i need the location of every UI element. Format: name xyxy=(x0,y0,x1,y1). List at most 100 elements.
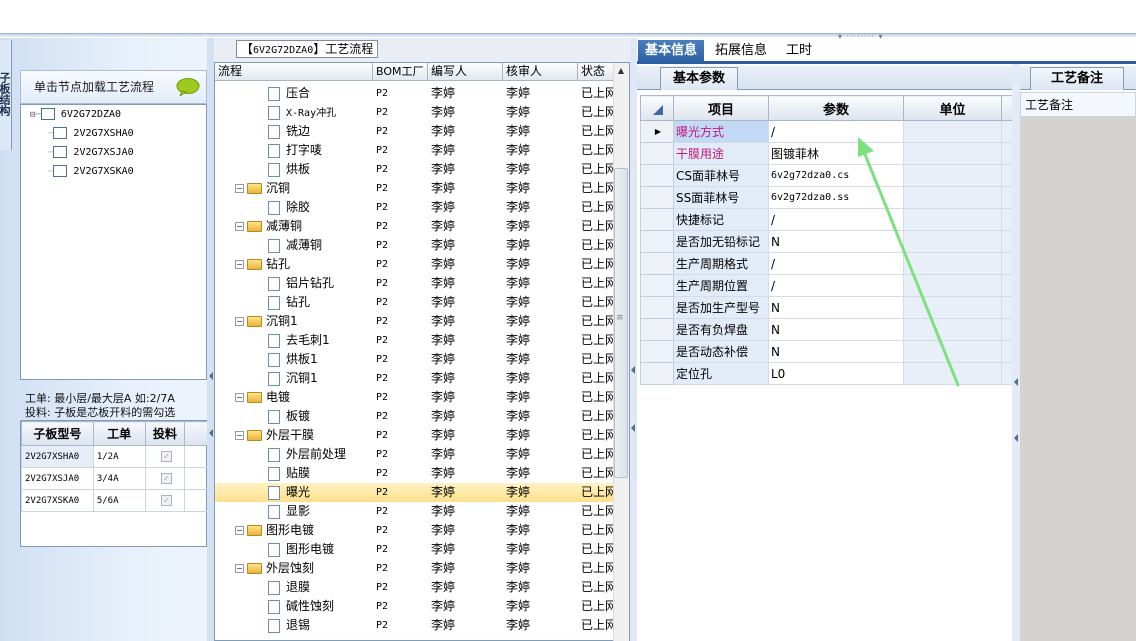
col-feed[interactable]: 投料 xyxy=(144,421,186,446)
middle-splitter[interactable] xyxy=(630,38,637,641)
collapse-toggle-icon[interactable]: − xyxy=(235,564,244,573)
flow-step-row[interactable]: 沉铜1 P2 李婷 李婷 已上网 xyxy=(215,369,613,388)
collapse-toggle-icon[interactable]: − xyxy=(235,184,244,193)
tree-node-child[interactable]: ┄ 2V2G7XSHA0 xyxy=(48,126,134,142)
flow-step-name: 钻孔 xyxy=(266,257,291,271)
tab-work-hours[interactable]: 工时 xyxy=(779,40,819,64)
flow-step-row[interactable]: 退锡 P2 李婷 李婷 已上网 xyxy=(215,616,613,635)
flow-group-row[interactable]: − 沉铜1 P2 李婷 李婷 已上网 xyxy=(215,312,613,331)
collapse-middle-icon[interactable] xyxy=(631,366,635,374)
row-indicator[interactable] xyxy=(640,274,674,297)
feed-cell[interactable]: ✓ xyxy=(144,467,186,490)
collapse-left-icon-2[interactable] xyxy=(209,429,213,437)
left-splitter[interactable] xyxy=(207,38,214,641)
subboard-order[interactable]: 5/6A xyxy=(92,489,146,512)
flow-group-row[interactable]: − 钻孔 P2 李婷 李婷 已上网 xyxy=(215,255,613,274)
tab-basic-info[interactable]: 基本信息 xyxy=(638,40,705,64)
tree-node-root[interactable]: ⊟┄ 6V2G72DZA0 xyxy=(30,107,121,123)
flow-scroll-thumb[interactable] xyxy=(614,168,628,478)
tree-expand-icon[interactable]: ⊟┄ xyxy=(30,110,41,120)
subboard-order[interactable]: 3/4A xyxy=(92,467,146,490)
flow-step-row[interactable]: 钻孔 P2 李婷 李婷 已上网 xyxy=(215,293,613,312)
row-indicator[interactable] xyxy=(640,208,674,231)
tree-node-child[interactable]: ┄ 2V2G7XSKA0 xyxy=(48,164,134,180)
writer: 李婷 xyxy=(431,561,456,575)
flow-step-row[interactable]: 减薄铜 P2 李婷 李婷 已上网 xyxy=(215,236,613,255)
row-indicator[interactable]: ▶ xyxy=(640,120,674,143)
row-indicator[interactable] xyxy=(640,142,674,165)
writer: 李婷 xyxy=(431,390,456,404)
row-indicator[interactable] xyxy=(640,252,674,275)
flow-step-row[interactable]: 图形电镀 P2 李婷 李婷 已上网 xyxy=(215,540,613,559)
col-unit[interactable]: 单位 xyxy=(903,95,1002,121)
scroll-up-arrow-icon[interactable]: ▲ xyxy=(614,66,628,78)
flow-step-row[interactable]: 退膜 P2 李婷 李婷 已上网 xyxy=(215,578,613,597)
feed-cell[interactable]: ✓ xyxy=(144,489,186,512)
flow-step-row[interactable]: 烘板 P2 李婷 李婷 已上网 xyxy=(215,160,613,179)
flow-group-row[interactable]: − 沉铜 P2 李婷 李婷 已上网 xyxy=(215,179,613,198)
row-indicator[interactable] xyxy=(640,340,674,363)
collapse-toggle-icon[interactable]: − xyxy=(235,431,244,440)
tab-extended-info[interactable]: 拓展信息 xyxy=(708,40,774,64)
tab-process-notes[interactable]: 工艺备注 xyxy=(1030,67,1124,90)
row-indicator[interactable] xyxy=(640,296,674,319)
flow-step-row[interactable]: 铣边 P2 李婷 李婷 已上网 xyxy=(215,122,613,141)
flow-step-row[interactable]: X-Ray冲孔 P2 李婷 李婷 已上网 xyxy=(215,103,613,122)
col-status[interactable]: 状态 xyxy=(578,63,613,81)
flow-group-row[interactable]: − 减薄铜 P2 李婷 李婷 已上网 xyxy=(215,217,613,236)
subboard-order[interactable]: 1/2A xyxy=(92,445,146,468)
collapse-toggle-icon[interactable]: − xyxy=(235,526,244,535)
flow-group-row[interactable]: − 电镀 P2 李婷 李婷 已上网 xyxy=(215,388,613,407)
col-flow[interactable]: 流程 xyxy=(215,63,373,81)
right-splitter[interactable] xyxy=(1012,64,1020,641)
flow-group-row[interactable]: − 外层干膜 P2 李婷 李婷 已上网 xyxy=(215,426,613,445)
row-indicator[interactable] xyxy=(640,186,674,209)
flow-step-row[interactable]: 压合 P2 李婷 李婷 已上网 xyxy=(215,84,613,103)
row-indicator[interactable] xyxy=(640,230,674,253)
col-writer[interactable]: 编写人 xyxy=(428,63,503,81)
feed-checkbox[interactable]: ✓ xyxy=(160,473,172,484)
col-reviewer[interactable]: 核审人 xyxy=(503,63,578,81)
flow-step-row[interactable]: 贴膜 P2 李婷 李婷 已上网 xyxy=(215,464,613,483)
tree-node-child[interactable]: ┄ 2V2G7XSJA0 xyxy=(48,145,134,161)
notes-body[interactable] xyxy=(1020,117,1136,641)
collapse-middle-icon-2[interactable] xyxy=(631,424,635,432)
reviewer: 李婷 xyxy=(506,257,531,271)
subboard-row[interactable]: 2V2G7XSJA0 3/4A ✓ xyxy=(21,467,208,490)
collapse-toggle-icon[interactable]: − xyxy=(235,393,244,402)
feed-cell[interactable]: ✓ xyxy=(144,445,186,468)
splitter-grip[interactable]: ▾ ········ ▾ xyxy=(838,33,888,41)
flow-group-row[interactable]: − 外层蚀刻 P2 李婷 李婷 已上网 xyxy=(215,559,613,578)
col-subboard-model[interactable]: 子板型号 xyxy=(21,421,94,446)
tab-basic-params[interactable]: 基本参数 xyxy=(660,67,738,90)
row-indicator[interactable] xyxy=(640,318,674,341)
collapse-toggle-icon[interactable]: − xyxy=(235,260,244,269)
row-indicator[interactable] xyxy=(640,362,674,385)
flow-step-row[interactable]: 碱性蚀刻 P2 李婷 李婷 已上网 xyxy=(215,597,613,616)
feed-checkbox[interactable]: ✓ xyxy=(160,495,172,506)
collapse-toggle-icon[interactable]: − xyxy=(235,317,244,326)
flow-step-row[interactable]: 铝片钻孔 P2 李婷 李婷 已上网 xyxy=(215,274,613,293)
flow-step-row[interactable]: 烘板1 P2 李婷 李婷 已上网 xyxy=(215,350,613,369)
subboard-row[interactable]: 2V2G7XSKA0 5/6A ✓ xyxy=(21,489,208,512)
col-order[interactable]: 工单 xyxy=(92,421,146,446)
flow-step-row[interactable]: 外层前处理 P2 李婷 李婷 已上网 xyxy=(215,445,613,464)
subboard-row[interactable]: 2V2G7XSHA0 1/2A ✓ xyxy=(21,445,208,468)
collapse-right-icon[interactable] xyxy=(1014,378,1018,386)
col-bom[interactable]: BOM工厂 xyxy=(373,63,428,81)
row-indicator[interactable] xyxy=(640,164,674,187)
flow-step-row[interactable]: 板镀 P2 李婷 李婷 已上网 xyxy=(215,407,613,426)
flow-step-row[interactable]: 去毛刺1 P2 李婷 李婷 已上网 xyxy=(215,331,613,350)
node-icon xyxy=(53,127,68,139)
col-item[interactable]: 项目 xyxy=(673,95,769,121)
flow-step-row[interactable]: 打字唛 P2 李婷 李婷 已上网 xyxy=(215,141,613,160)
flow-step-row[interactable]: 曝光 P2 李婷 李婷 已上网 xyxy=(215,483,613,502)
flow-step-row[interactable]: 显影 P2 李婷 李婷 已上网 xyxy=(215,502,613,521)
collapse-toggle-icon[interactable]: − xyxy=(235,222,244,231)
collapse-left-icon[interactable] xyxy=(209,372,213,380)
feed-checkbox[interactable]: ✓ xyxy=(160,451,172,462)
col-param[interactable]: 参数 xyxy=(768,95,904,121)
flow-step-row[interactable]: 除胶 P2 李婷 李婷 已上网 xyxy=(215,198,613,217)
collapse-right-icon-2[interactable] xyxy=(1014,434,1018,442)
flow-group-row[interactable]: − 图形电镀 P2 李婷 李婷 已上网 xyxy=(215,521,613,540)
